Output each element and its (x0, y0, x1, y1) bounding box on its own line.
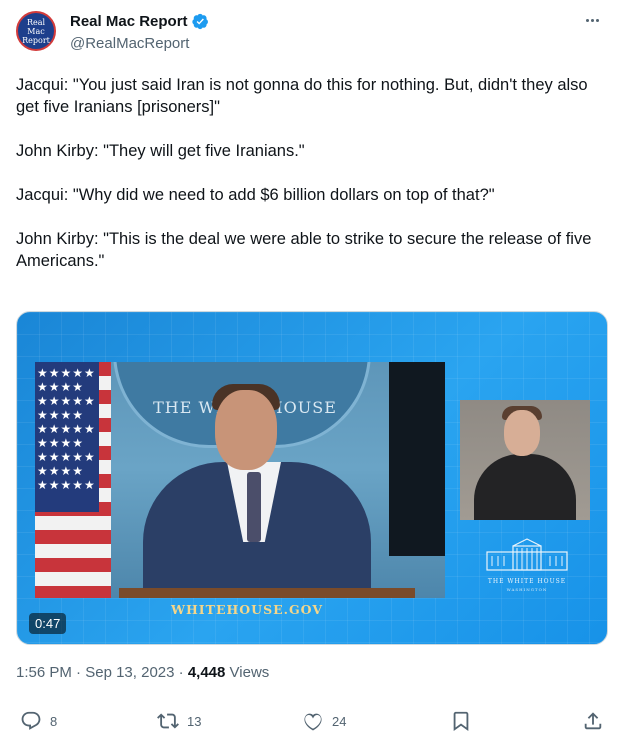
reply-button[interactable]: 8 (20, 710, 57, 732)
tweet-paragraph: Jacqui: "You just said Iran is not gonna… (16, 76, 588, 116)
retweet-count: 13 (187, 713, 202, 729)
heart-icon (304, 713, 322, 731)
reply-count: 8 (50, 713, 58, 729)
tweet-meta: 1:56 PM · Sep 13, 2023 · 4,448 Views (16, 664, 269, 681)
avatar-line-2: Mac (27, 26, 45, 36)
interpreter-head (504, 410, 540, 456)
verified-badge-icon (191, 13, 208, 30)
interpreter-body (474, 454, 576, 520)
white-house-logo-caption: THE WHITE HOUSE (487, 578, 567, 585)
meta-separator: · (76, 664, 86, 681)
like-button[interactable]: 24 (302, 710, 346, 732)
video-player[interactable]: THE WHITE HOUSE WASHINGTON ★★★★★ ★★★★ ★★… (16, 311, 608, 645)
website-watermark: WHITEHOUSE.GOV (170, 602, 324, 617)
tweet-date[interactable]: Sep 13, 2023 (85, 664, 174, 681)
tweet: Real Mac Report Real Mac Report @RealMac… (0, 0, 624, 750)
podium (119, 588, 415, 598)
avatar[interactable]: Real Mac Report (16, 11, 56, 51)
white-house-logo-subcaption: WASHINGTON (506, 587, 548, 592)
display-name[interactable]: Real Mac Report (70, 13, 188, 30)
flag-stars: ★★★★★ ★★★★ ★★★★★ ★★★★ ★★★★★ ★★★★ ★★★★★ ★… (35, 362, 99, 512)
video-frame-briefing-room: THE WHITE HOUSE WASHINGTON ★★★★★ ★★★★ ★★… (35, 362, 445, 598)
dark-panel (389, 362, 445, 556)
share-icon (584, 712, 602, 730)
video-duration: 0:47 (29, 613, 67, 634)
more-options-icon[interactable] (586, 14, 606, 26)
share-button[interactable] (582, 710, 604, 732)
avatar-line-1: Real (26, 17, 46, 27)
author-handle[interactable]: @RealMacReport (70, 35, 189, 52)
speaker-tie (247, 472, 261, 542)
author-name-row: Real Mac Report (70, 13, 209, 30)
avatar-line-3: Report (22, 35, 50, 45)
tweet-time[interactable]: 1:56 PM (16, 664, 72, 681)
tweet-paragraph: John Kirby: "This is the deal we were ab… (16, 230, 592, 270)
retweet-button[interactable]: 13 (157, 710, 201, 732)
us-flag: ★★★★★ ★★★★ ★★★★★ ★★★★ ★★★★★ ★★★★ ★★★★★ ★… (35, 362, 111, 598)
tweet-text: Jacqui: "You just said Iran is not gonna… (16, 74, 608, 272)
reply-icon (21, 711, 41, 730)
tweet-paragraph: John Kirby: "They will get five Iranians… (16, 142, 305, 160)
sign-language-interpreter-frame (460, 400, 590, 520)
retweet-icon (157, 713, 179, 729)
meta-separator: · (178, 664, 188, 681)
tweet-paragraph: Jacqui: "Why did we need to add $6 billi… (16, 186, 495, 204)
like-count: 24 (332, 713, 347, 729)
white-house-logo-icon (486, 538, 568, 571)
speaker-head (215, 390, 277, 470)
action-bar: 8 13 24 (16, 710, 608, 736)
bookmark-button[interactable] (450, 710, 472, 732)
views-count: 4,448 (187, 664, 226, 681)
views-label: Views (229, 664, 270, 681)
bookmark-icon (453, 711, 469, 732)
